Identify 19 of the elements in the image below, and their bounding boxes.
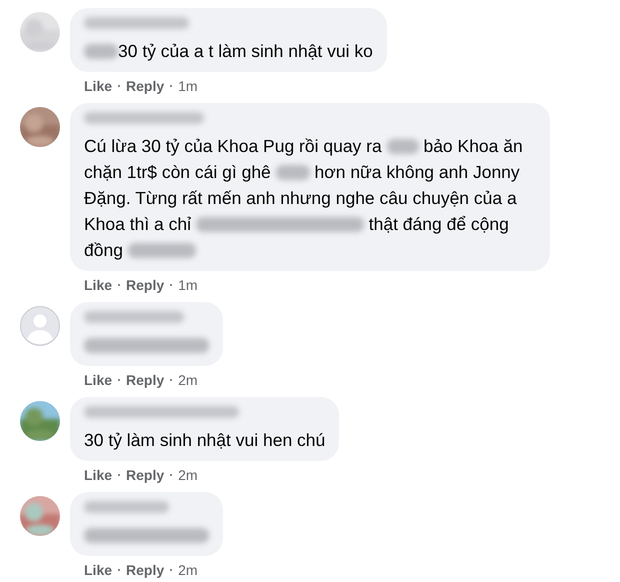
comment-time: 1m [178, 78, 198, 94]
action-link[interactable]: Reply [126, 78, 164, 94]
action-link[interactable]: Reply [126, 372, 164, 388]
action-link[interactable]: Like [84, 277, 112, 293]
action-link[interactable]: Like [84, 467, 112, 483]
comment-text: Cú lừa 30 tỷ của Khoa Pug rồi quay ra bảo Khoa ăn chặn 1tr$ còn cái gì ghê hơn nữa không anh Jonny Đặng. Từng rất mến anh nhưng nghe câu chuyện của a Khoa thì a chỉ thật đáng để cộng đồng [84, 135, 524, 262]
comment-text: 30 tỷ làm sinh nhật vui hen chú [84, 429, 326, 452]
comment-time: 2m [178, 372, 198, 388]
comment-time: 1m [178, 277, 198, 293]
action-link[interactable]: Like [84, 372, 112, 388]
comment-time: 2m [178, 467, 198, 483]
action-link[interactable]: Like [84, 562, 112, 578]
action-link[interactable]: Like [84, 78, 112, 94]
action-link[interactable]: Reply [126, 277, 164, 293]
comment-text: 30 tỷ của a t làm sinh nhật vui ko [84, 38, 373, 64]
profile-icon [20, 306, 60, 346]
action-link[interactable]: Reply [126, 467, 164, 483]
action-link[interactable]: Reply [126, 562, 164, 578]
comment-time: 2m [178, 562, 198, 578]
